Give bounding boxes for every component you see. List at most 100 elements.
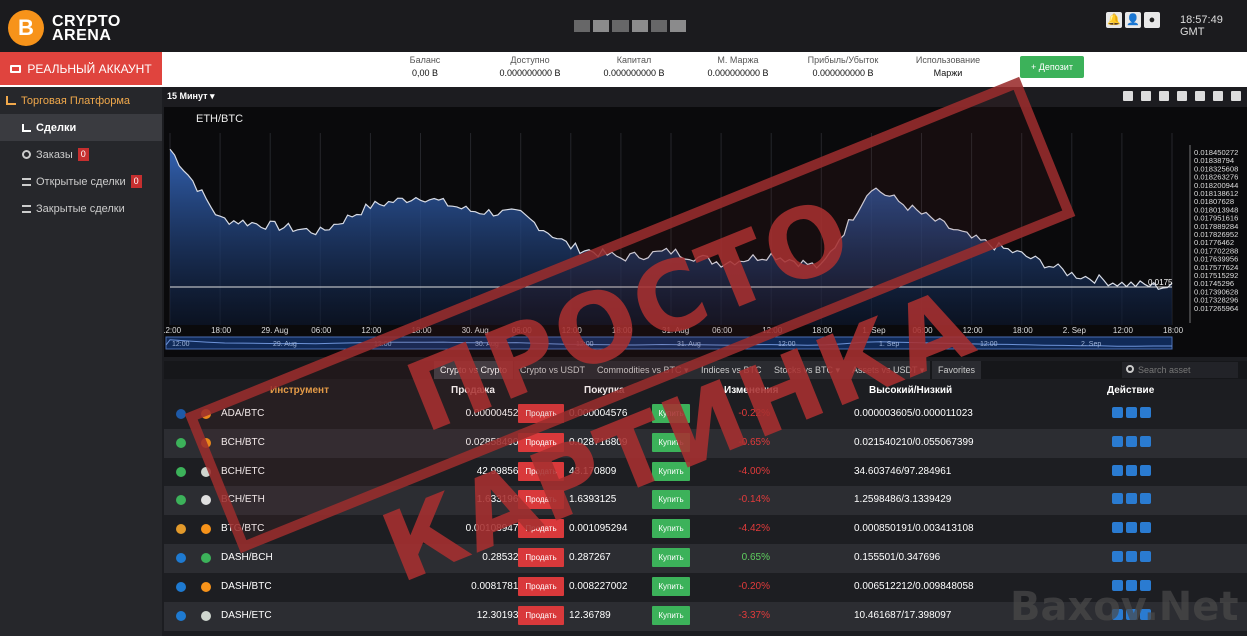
table-row[interactable]: BCH/BTC 0.028584902 Продать 0.028716809 Купи… [164, 428, 1247, 458]
buy-button[interactable]: Купить [652, 576, 690, 596]
star-icon[interactable] [1140, 464, 1151, 476]
high-low-value: 1.2598486/3.1339429 [854, 494, 952, 506]
x-tick-label: 06:00 [311, 326, 332, 335]
stat-balance: Баланс 0,00 B [400, 55, 450, 78]
x-tick-label: 31. Aug [662, 326, 689, 335]
table-row[interactable]: BTG/BTC 0.001089471 Продать 0.001095294 Купи… [164, 515, 1247, 545]
market-tabs: Crypto vs Crypto Crypto vs USDT Commodit… [164, 361, 1247, 379]
globe-icon[interactable]: ● [1144, 12, 1160, 28]
sell-button[interactable]: Продать [518, 490, 564, 510]
coin-icon [176, 409, 186, 419]
fullscreen-icon[interactable] [1231, 91, 1241, 101]
chart-tool-icons [1123, 91, 1241, 101]
star-icon[interactable] [1140, 435, 1151, 447]
sell-button[interactable]: Продать [518, 576, 564, 596]
star-icon[interactable] [1140, 551, 1151, 562]
buy-button[interactable]: Купить [652, 605, 690, 625]
logo[interactable]: B CRYPTO ARENA [8, 8, 168, 46]
tab-favorites[interactable]: Favorites [932, 361, 982, 379]
navigator-tick: 12:00 [374, 341, 392, 348]
table-row[interactable]: DASH/BCH 0.285325 Продать 0.287267 Купить 0.6… [164, 544, 1247, 573]
buy-price: 0.001095294 [569, 523, 628, 535]
sell-price: 0.028584902 [465, 436, 524, 448]
tab-commodities-vs-btc[interactable]: Commodities vs BTC ▾ [591, 361, 695, 379]
buy-button[interactable]: Купить [652, 490, 690, 510]
star-icon[interactable] [1140, 407, 1151, 418]
buy-button[interactable]: Купить [652, 461, 690, 481]
sidebar-item-open-trades[interactable]: Открытые сделки 0 [0, 168, 162, 195]
stat-label: Прибыль/Убыток [807, 55, 879, 65]
alert-icon[interactable] [1126, 551, 1137, 562]
stat-label: Доступно [510, 55, 550, 65]
stat-margin: М. Маржа 0.000000000 B [700, 55, 776, 78]
navigator-tick: 12:00 [980, 341, 998, 348]
sidebar-item-orders[interactable]: Заказы 0 [0, 141, 162, 168]
info-icon[interactable] [1112, 464, 1123, 476]
instrument-symbol: DASH/BTC [221, 580, 272, 592]
table-row[interactable]: BCH/ETH 1.6331966 Продать 1.6393125 Купить -0… [164, 486, 1247, 516]
sidebar-item-closed-trades[interactable]: Закрытые сделки [0, 195, 162, 222]
x-tick-label: 12:00 [762, 326, 783, 335]
price-chart[interactable]: 0.01750.0184502720.018387940.0183256080.… [164, 87, 1247, 357]
sidebar-item-deals[interactable]: Сделки [0, 114, 162, 141]
sell-button[interactable]: Продать [518, 548, 564, 567]
navigator-tick: 31. Aug [677, 341, 701, 348]
alert-icon[interactable] [1126, 407, 1137, 418]
deposit-button[interactable]: + Депозит [1020, 56, 1084, 78]
buy-button[interactable]: Купить [652, 548, 690, 567]
buy-button[interactable]: Купить [652, 432, 690, 452]
table-row[interactable]: ADA/BTC 0.000004526 Продать 0.000004576 Купи… [164, 400, 1247, 429]
info-icon[interactable] [1112, 551, 1123, 562]
info-icon[interactable] [1112, 493, 1123, 505]
line-icon[interactable] [1141, 91, 1151, 101]
buy-button[interactable]: Купить [652, 404, 690, 423]
alert-icon[interactable] [1126, 522, 1137, 534]
bars-icon[interactable] [1177, 91, 1187, 101]
tab-indices-vs-btc[interactable]: Indices vs BTC [695, 361, 768, 379]
navigator-tick: 12:00 [778, 341, 796, 348]
bell-icon[interactable]: 🔔 [1106, 12, 1122, 28]
info-icon[interactable] [1112, 522, 1123, 534]
sell-button[interactable]: Продать [518, 432, 564, 452]
buy-button[interactable]: Купить [652, 519, 690, 539]
col-instrument: Инструмент [270, 385, 329, 396]
contrast-icon[interactable] [1195, 91, 1205, 101]
col-highlow: Высокий/Низкий [869, 385, 953, 396]
navigator[interactable] [165, 336, 1173, 350]
sell-button[interactable]: Продать [518, 404, 564, 423]
sell-button[interactable]: Продать [518, 605, 564, 625]
real-account-button[interactable]: РЕАЛЬНЫЙ АККАУНТ [0, 52, 162, 85]
sell-price: 42.998565 [476, 465, 524, 477]
candles-icon[interactable] [1123, 91, 1133, 101]
tab-crypto-vs-usdt[interactable]: Crypto vs USDT [514, 361, 592, 379]
indicators-icon[interactable] [1159, 91, 1169, 101]
timeframe-select[interactable]: 15 Минут ▾ [167, 91, 215, 102]
info-icon[interactable] [1112, 407, 1123, 418]
tab-crypto-vs-crypto[interactable]: Crypto vs Crypto [434, 361, 514, 379]
sell-button[interactable]: Продать [518, 519, 564, 539]
alert-icon[interactable] [1126, 464, 1137, 476]
high-low-value: 0.155501/0.347696 [854, 552, 941, 563]
logo-text-line2: ARENA [52, 27, 112, 44]
tab-stocks-vs-btc[interactable]: Stocks vs BTC ▾ [768, 361, 847, 379]
settings-icon[interactable] [1213, 91, 1223, 101]
alert-icon[interactable] [1126, 435, 1137, 447]
sidebar-item-label: Заказы [36, 148, 73, 161]
x-tick-label: 18:00 [612, 326, 633, 335]
sidebar-platform[interactable]: Торговая Платформа [0, 87, 162, 114]
search-input[interactable]: Search asset [1122, 362, 1238, 378]
alert-icon[interactable] [1126, 493, 1137, 505]
star-icon[interactable] [1140, 522, 1151, 534]
star-icon[interactable] [1140, 493, 1151, 505]
table-row[interactable]: BCH/ETC 42.998565 Продать 43.170809 Купить -4… [164, 457, 1247, 487]
sidebar-item-label: Закрытые сделки [36, 202, 125, 215]
x-tick-label: 06:00 [512, 326, 533, 335]
sell-button[interactable]: Продать [518, 461, 564, 481]
tab-assets-vs-usdt[interactable]: Assets vs USDT ▾ [846, 361, 931, 379]
chart-panel[interactable]: 0.0175 0.018450272 0.01838794 0.018325608 0.… [164, 87, 1247, 357]
clock: 18:57:49 GMT [1180, 14, 1223, 38]
blurred-username [574, 20, 687, 32]
user-icon[interactable]: 👤 [1125, 12, 1141, 28]
info-icon[interactable] [1112, 435, 1123, 447]
x-tick-label: 06:00 [913, 326, 934, 335]
